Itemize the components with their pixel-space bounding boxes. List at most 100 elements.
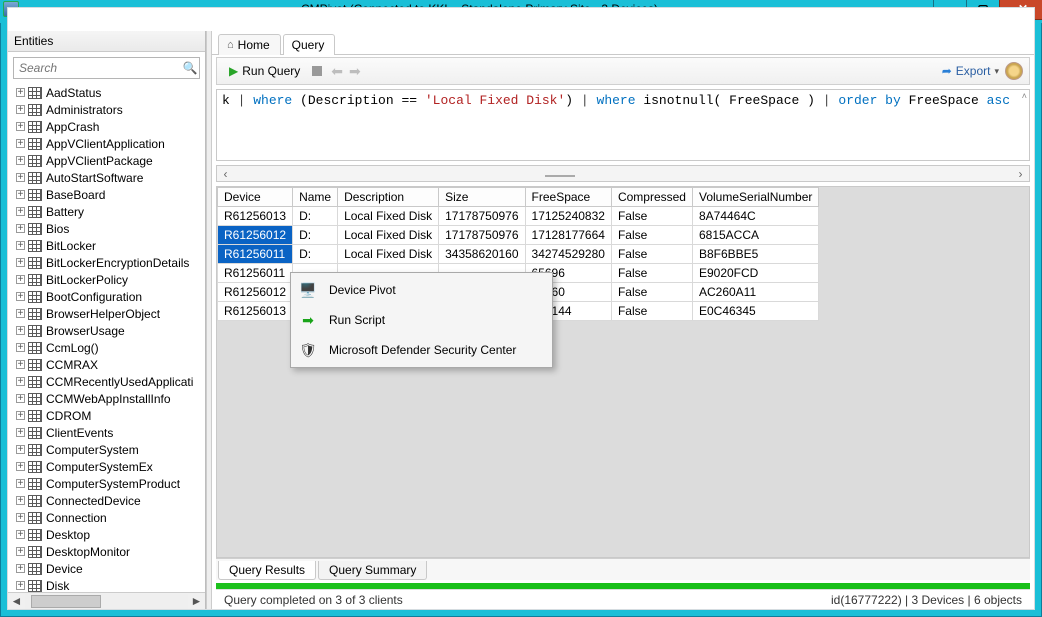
table-cell[interactable]: 17178750976	[439, 207, 525, 226]
tab-query-results[interactable]: Query Results	[218, 561, 316, 580]
expand-icon[interactable]: +	[16, 139, 25, 148]
table-cell[interactable]: 34358620160	[439, 245, 525, 264]
entities-tree[interactable]: +AadStatus+Administrators+AppCrash+AppVC…	[8, 84, 205, 592]
column-header[interactable]: Compressed	[611, 188, 692, 207]
menu-item[interactable]: 🛡Microsoft Defender Security Center	[293, 335, 550, 365]
query-editor[interactable]: ˄ k | where (Description == 'Local Fixed…	[216, 89, 1030, 161]
table-cell[interactable]: 34274529280	[525, 245, 611, 264]
table-cell[interactable]: Local Fixed Disk	[338, 207, 439, 226]
tab-query-summary[interactable]: Query Summary	[318, 561, 427, 580]
expand-icon[interactable]: +	[16, 513, 25, 522]
scroll-left-icon[interactable]: ◄	[8, 594, 25, 609]
expand-icon[interactable]: +	[16, 547, 25, 556]
expand-icon[interactable]: +	[16, 190, 25, 199]
expand-icon[interactable]: +	[16, 156, 25, 165]
table-cell[interactable]: Local Fixed Disk	[338, 226, 439, 245]
expand-icon[interactable]: +	[16, 411, 25, 420]
entity-item[interactable]: +AadStatus	[10, 84, 205, 101]
expand-icon[interactable]: +	[16, 462, 25, 471]
table-cell[interactable]: 17178750976	[439, 226, 525, 245]
column-header[interactable]: Description	[338, 188, 439, 207]
entity-item[interactable]: +BootConfiguration	[10, 288, 205, 305]
entity-item[interactable]: +ComputerSystemEx	[10, 458, 205, 475]
expand-icon[interactable]: +	[16, 343, 25, 352]
table-cell[interactable]: R61256013	[218, 207, 293, 226]
scroll-thumb[interactable]	[545, 175, 575, 177]
entity-item[interactable]: +BitLocker	[10, 237, 205, 254]
column-header[interactable]: Device	[218, 188, 293, 207]
table-cell[interactable]: 8A74464C	[692, 207, 818, 226]
column-header[interactable]: Size	[439, 188, 525, 207]
entity-item[interactable]: +Connection	[10, 509, 205, 526]
expand-icon[interactable]: +	[16, 122, 25, 131]
context-menu[interactable]: 🖥️Device Pivot➡Run Script🛡Microsoft Defe…	[290, 272, 553, 368]
table-cell[interactable]: R61256013	[218, 302, 293, 321]
table-cell[interactable]: R61256012	[218, 226, 293, 245]
entity-item[interactable]: +ConnectedDevice	[10, 492, 205, 509]
sidebar-hscroll[interactable]: ◄ ►	[8, 592, 205, 609]
table-cell[interactable]: False	[611, 245, 692, 264]
table-cell[interactable]: E0C46345	[692, 302, 818, 321]
tab-query[interactable]: Query	[283, 34, 336, 55]
scroll-right-icon[interactable]: ►	[188, 594, 205, 609]
search-icon[interactable]: 🔍	[181, 61, 199, 75]
expand-icon[interactable]: +	[16, 428, 25, 437]
expand-icon[interactable]: +	[16, 224, 25, 233]
column-header[interactable]: FreeSpace	[525, 188, 611, 207]
tab-home[interactable]: ⌂ Home	[218, 34, 281, 55]
table-cell[interactable]: 6815ACCA	[692, 226, 818, 245]
expand-icon[interactable]: +	[16, 496, 25, 505]
expand-icon[interactable]: +	[16, 326, 25, 335]
entity-item[interactable]: +Desktop	[10, 526, 205, 543]
expand-icon[interactable]: +	[16, 88, 25, 97]
table-row[interactable]: R61256012D:Local Fixed Disk1717875097617…	[218, 226, 819, 245]
entity-item[interactable]: +CCMRecentlyUsedApplicati	[10, 373, 205, 390]
export-button[interactable]: ➦ Export ▾	[936, 62, 1005, 80]
entity-item[interactable]: +BrowserUsage	[10, 322, 205, 339]
stop-button[interactable]	[306, 64, 328, 78]
nav-back-icon[interactable]: ⬅	[328, 63, 346, 80]
search-box[interactable]: 🔍	[13, 57, 200, 79]
entity-item[interactable]: +BrowserHelperObject	[10, 305, 205, 322]
expand-icon[interactable]: +	[16, 173, 25, 182]
expand-icon[interactable]: +	[16, 275, 25, 284]
expand-icon[interactable]: +	[16, 241, 25, 250]
table-cell[interactable]: D:	[293, 245, 338, 264]
gear-icon[interactable]	[1005, 62, 1023, 80]
table-cell[interactable]: False	[611, 264, 692, 283]
entity-item[interactable]: +CCMWebAppInstallInfo	[10, 390, 205, 407]
editor-hscroll[interactable]: ‹ ›	[216, 165, 1030, 182]
expand-icon[interactable]: +	[16, 309, 25, 318]
entity-item[interactable]: +Bios	[10, 220, 205, 237]
table-cell[interactable]: False	[611, 302, 692, 321]
scroll-thumb[interactable]	[31, 595, 101, 608]
table-cell[interactable]: E9020FCD	[692, 264, 818, 283]
expand-icon[interactable]: +	[16, 377, 25, 386]
table-cell[interactable]: False	[611, 283, 692, 302]
table-row[interactable]: R61256011D:Local Fixed Disk3435862016034…	[218, 245, 819, 264]
expand-icon[interactable]: +	[16, 360, 25, 369]
column-header[interactable]: Name	[293, 188, 338, 207]
table-cell[interactable]: R61256012	[218, 283, 293, 302]
scroll-right-icon[interactable]: ›	[1012, 167, 1029, 181]
table-cell[interactable]: False	[611, 226, 692, 245]
table-cell[interactable]: D:	[293, 226, 338, 245]
entity-item[interactable]: +AppVClientApplication	[10, 135, 205, 152]
entity-item[interactable]: +Battery	[10, 203, 205, 220]
entity-item[interactable]: +BaseBoard	[10, 186, 205, 203]
column-header[interactable]: VolumeSerialNumber	[692, 188, 818, 207]
table-cell[interactable]: Local Fixed Disk	[338, 245, 439, 264]
expand-icon[interactable]: +	[16, 530, 25, 539]
nav-forward-icon[interactable]: ➡	[346, 63, 364, 80]
table-cell[interactable]: D:	[293, 207, 338, 226]
menu-item[interactable]: ➡Run Script	[293, 305, 550, 335]
editor-scroll-up-icon[interactable]: ˄	[1022, 92, 1027, 102]
entity-item[interactable]: +DesktopMonitor	[10, 543, 205, 560]
menu-item[interactable]: 🖥️Device Pivot	[293, 275, 550, 305]
entity-item[interactable]: +AutoStartSoftware	[10, 169, 205, 186]
table-cell[interactable]: False	[611, 207, 692, 226]
entity-item[interactable]: +CDROM	[10, 407, 205, 424]
expand-icon[interactable]: +	[16, 292, 25, 301]
entity-item[interactable]: +ComputerSystem	[10, 441, 205, 458]
table-cell[interactable]: R61256011	[218, 264, 293, 283]
